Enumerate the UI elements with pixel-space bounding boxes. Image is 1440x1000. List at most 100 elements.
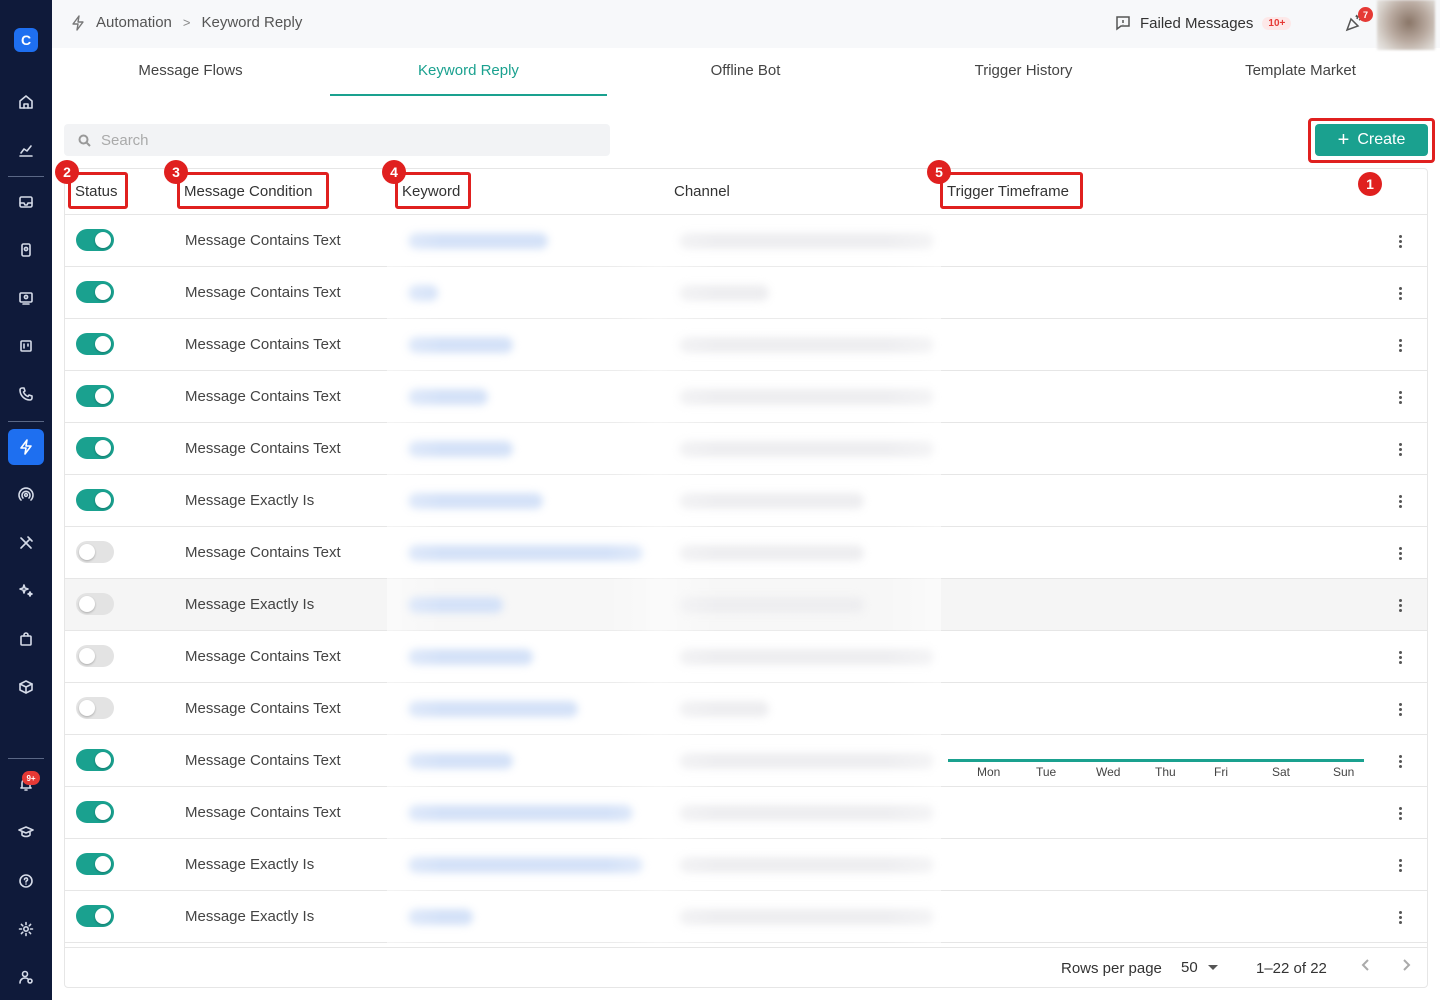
sidebar-divider [8, 421, 44, 422]
more-options-icon[interactable] [1390, 749, 1410, 773]
announcements-badge: 7 [1358, 7, 1373, 22]
table-row[interactable]: Message Contains Text [65, 527, 1427, 579]
search-input[interactable] [101, 131, 581, 149]
channel-cell-redacted [679, 909, 934, 925]
status-toggle[interactable] [76, 437, 114, 459]
status-toggle[interactable] [76, 489, 114, 511]
broadcast-icon[interactable] [8, 280, 44, 316]
more-options-icon[interactable] [1390, 853, 1410, 877]
tab-template-market[interactable]: Template Market [1162, 48, 1439, 96]
phone-icon[interactable] [8, 376, 44, 412]
status-toggle[interactable] [76, 853, 114, 875]
status-toggle[interactable] [76, 541, 114, 563]
annotation-badge-keyword: 4 [382, 160, 406, 184]
channel-cell-redacted [679, 857, 934, 873]
rows-per-page-select[interactable]: 50 [1181, 959, 1218, 976]
channel-cell-redacted [679, 337, 934, 353]
settings-gear-icon[interactable] [8, 911, 44, 947]
status-toggle[interactable] [76, 749, 114, 771]
more-options-icon[interactable] [1390, 333, 1410, 357]
package-icon[interactable] [8, 669, 44, 705]
announcements-button[interactable]: 7 [1344, 7, 1373, 35]
board-icon[interactable] [8, 328, 44, 364]
tab-keyword-reply[interactable]: Keyword Reply [330, 48, 607, 96]
column-header-channel[interactable]: Channel [674, 169, 730, 214]
app-logo-icon[interactable]: C [14, 28, 38, 52]
tab-trigger-history[interactable]: Trigger History [885, 48, 1162, 96]
timeframe-day-label: Tue [1036, 765, 1057, 779]
inbox-icon[interactable] [8, 184, 44, 220]
sidebar-divider [8, 176, 44, 177]
analytics-icon[interactable] [8, 132, 44, 168]
more-options-icon[interactable] [1390, 593, 1410, 617]
failed-messages-link[interactable]: Failed Messages 10+ [1114, 14, 1292, 32]
table-row[interactable]: Message Contains Text [65, 787, 1427, 839]
create-button[interactable]: + Create [1315, 124, 1428, 156]
avatar[interactable] [1377, 0, 1435, 50]
chevron-left-icon [1361, 959, 1369, 971]
status-toggle[interactable] [76, 801, 114, 823]
table-row[interactable]: Message Contains Text [65, 423, 1427, 475]
status-toggle[interactable] [76, 333, 114, 355]
more-options-icon[interactable] [1390, 645, 1410, 669]
chevron-right-icon [1403, 959, 1411, 971]
more-options-icon[interactable] [1390, 489, 1410, 513]
table-row[interactable]: Message Contains Text [65, 371, 1427, 423]
message-condition-cell: Message Contains Text [185, 232, 341, 249]
status-toggle[interactable] [76, 281, 114, 303]
message-condition-cell: Message Contains Text [185, 804, 341, 821]
next-page-button[interactable] [1399, 958, 1419, 978]
keyword-cell-redacted [408, 857, 643, 873]
more-options-icon[interactable] [1390, 905, 1410, 929]
table-row[interactable]: Message Contains Text [65, 319, 1427, 371]
status-toggle[interactable] [76, 905, 114, 927]
breadcrumb-root[interactable]: Automation [96, 14, 172, 31]
tab-offline-bot[interactable]: Offline Bot [607, 48, 884, 96]
table-row[interactable]: Message Contains Text Mon Tue Wed Thu Fri Sat S… [65, 735, 1427, 787]
academy-icon[interactable] [8, 814, 44, 850]
keyword-cell-redacted [408, 649, 533, 665]
keyword-cell-redacted [408, 441, 513, 457]
previous-page-button[interactable] [1359, 958, 1379, 978]
tab-bar: Message Flows Keyword Reply Offline Bot … [52, 48, 1440, 96]
automation-icon[interactable] [8, 429, 44, 465]
contacts-icon[interactable] [8, 232, 44, 268]
more-dot [1398, 291, 1402, 295]
account-switch-icon[interactable] [8, 959, 44, 995]
channel-cell-redacted [679, 753, 934, 769]
table-row[interactable]: Message Exactly Is [65, 579, 1427, 631]
trigger-timeframe-weekdays: Mon Tue Wed Thu Fri Sat Sun [948, 745, 1364, 779]
message-condition-cell: Message Contains Text [185, 388, 341, 405]
ai-sparkle-icon[interactable] [8, 573, 44, 609]
more-dot [1398, 442, 1402, 446]
status-toggle[interactable] [76, 645, 114, 667]
table-row[interactable]: Message Exactly Is [65, 891, 1427, 943]
home-icon[interactable] [8, 84, 44, 120]
more-options-icon[interactable] [1390, 385, 1410, 409]
more-options-icon[interactable] [1390, 801, 1410, 825]
more-dot [1398, 608, 1402, 612]
table-row[interactable]: Message Contains Text [65, 267, 1427, 319]
status-toggle[interactable] [76, 593, 114, 615]
toggle-knob [95, 284, 111, 300]
message-condition-cell: Message Contains Text [185, 700, 341, 717]
signal-icon[interactable] [8, 477, 44, 513]
table-row[interactable]: Message Exactly Is [65, 839, 1427, 891]
more-options-icon[interactable] [1390, 541, 1410, 565]
table-row[interactable]: Message Contains Text [65, 631, 1427, 683]
status-toggle[interactable] [76, 229, 114, 251]
more-options-icon[interactable] [1390, 281, 1410, 305]
help-icon[interactable] [8, 863, 44, 899]
table-row[interactable]: Message Contains Text [65, 683, 1427, 735]
status-toggle[interactable] [76, 385, 114, 407]
table-row[interactable]: Message Exactly Is [65, 475, 1427, 527]
search-icon [78, 134, 91, 147]
more-options-icon[interactable] [1390, 697, 1410, 721]
table-row[interactable]: Message Contains Text [65, 215, 1427, 267]
tools-icon[interactable] [8, 525, 44, 561]
more-options-icon[interactable] [1390, 229, 1410, 253]
tab-message-flows[interactable]: Message Flows [52, 48, 329, 96]
shop-icon[interactable] [8, 621, 44, 657]
more-options-icon[interactable] [1390, 437, 1410, 461]
status-toggle[interactable] [76, 697, 114, 719]
